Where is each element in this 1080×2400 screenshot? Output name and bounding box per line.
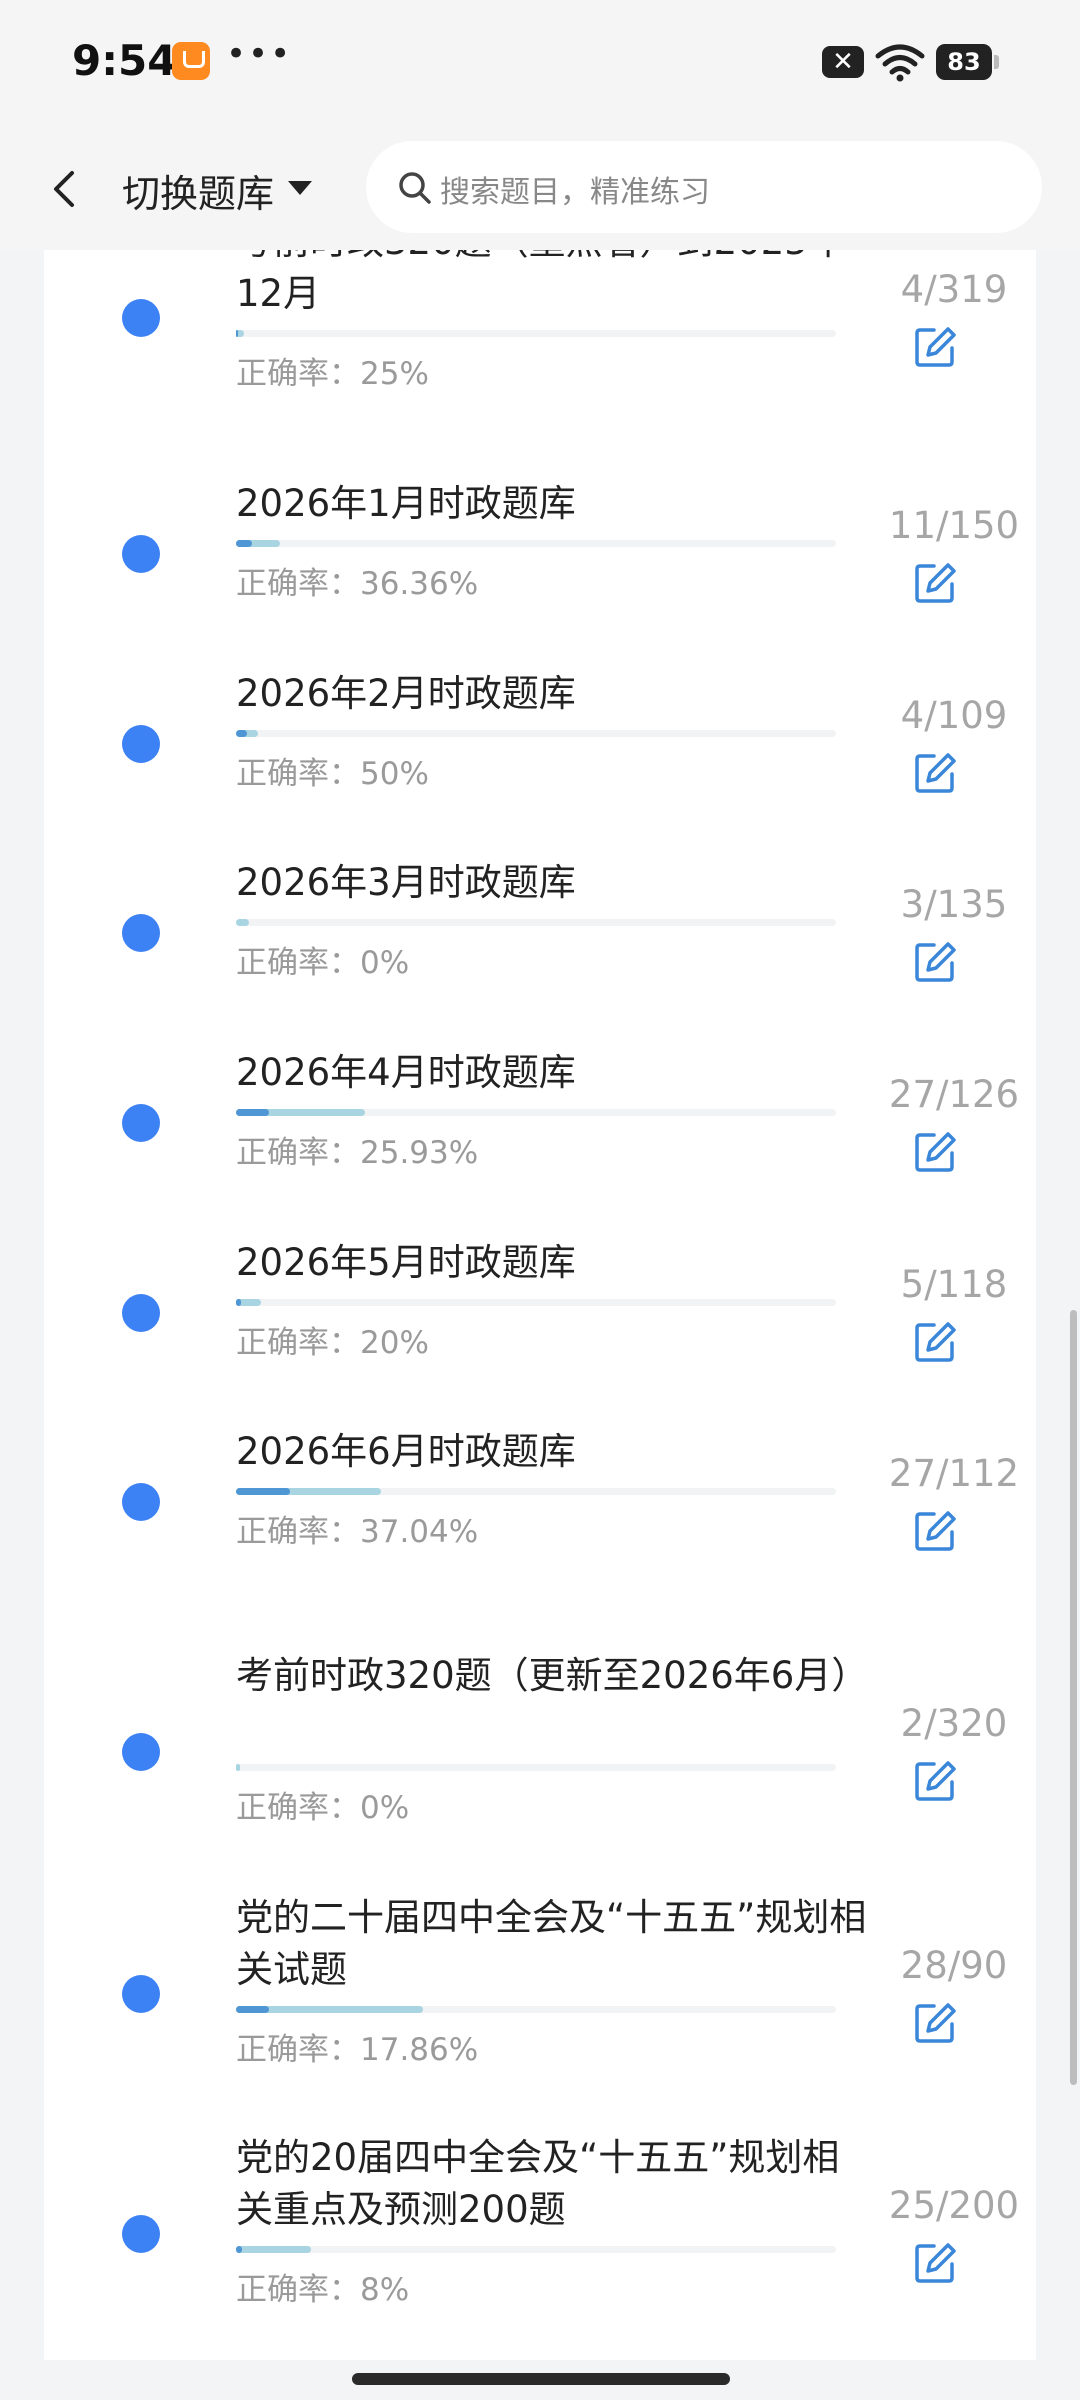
list-item[interactable]: 2026年2月时政题库正确率：50% 4/109 xyxy=(44,668,1036,840)
accuracy-text: 正确率：50% xyxy=(236,756,429,792)
progress-correct-fill xyxy=(236,1299,242,1306)
progress-bar xyxy=(236,1109,836,1116)
status-dot xyxy=(122,1733,160,1771)
accuracy-text: 正确率：25% xyxy=(236,356,429,392)
accuracy-text: 正确率：17.86% xyxy=(236,2032,479,2068)
edit-icon[interactable] xyxy=(912,1508,958,1554)
progress-count: 5/118 xyxy=(900,1263,1008,1306)
list-item[interactable]: 2026年3月时政题库正确率：0% 3/135 xyxy=(44,857,1036,1029)
list-item[interactable]: 2026年5月时政题库正确率：20% 5/118 xyxy=(44,1237,1036,1409)
status-bar: 9:54 ••• ✕ 83 xyxy=(0,0,1080,125)
list-item[interactable]: 考前时政320题（更新至2026年6月） 正确率：0% 2/320 xyxy=(44,1650,1036,1874)
accuracy-text: 正确率：8% xyxy=(236,2272,410,2308)
edit-icon[interactable] xyxy=(912,2240,958,2286)
status-dot xyxy=(122,535,160,573)
item-title: 2026年5月时政题库 xyxy=(236,1241,576,1284)
item-title: 2026年4月时政题库 xyxy=(236,1051,576,1094)
progress-bar xyxy=(236,1299,836,1306)
progress-count: 27/112 xyxy=(888,1452,1020,1495)
progress-correct-fill xyxy=(236,1488,290,1495)
accuracy-text: 正确率：25.93% xyxy=(236,1135,479,1171)
search-input[interactable]: 搜索题目，精准练习 xyxy=(366,141,1042,233)
progress-bar xyxy=(236,730,836,737)
progress-correct-fill xyxy=(236,730,247,737)
progress-done-fill xyxy=(236,1764,240,1771)
status-dot xyxy=(122,2215,160,2253)
progress-correct-fill xyxy=(236,1109,270,1116)
accuracy-text: 正确率：0% xyxy=(236,945,410,981)
caret-down-icon[interactable] xyxy=(288,181,312,195)
list-item[interactable]: 2026年6月时政题库正确率：37.04% 27/112 xyxy=(44,1426,1036,1598)
status-dot xyxy=(122,299,160,337)
edit-icon[interactable] xyxy=(912,750,958,796)
progress-bar xyxy=(236,540,836,547)
progress-bar xyxy=(236,2006,836,2013)
progress-bar xyxy=(236,1764,836,1771)
status-dot xyxy=(122,1975,160,2013)
progress-count: 11/150 xyxy=(888,504,1020,547)
item-title: 考前时政320题（重点看）到2025年12月 xyxy=(236,250,845,315)
progress-count: 4/319 xyxy=(900,268,1008,311)
edit-icon[interactable] xyxy=(912,560,958,606)
progress-bar xyxy=(236,2246,836,2253)
item-title: 2026年1月时政题库 xyxy=(236,482,576,525)
status-dot xyxy=(122,914,160,952)
question-bank-list: 考前时政320题（重点看）到2025年12月正确率：25% 4/319 2026年1… xyxy=(44,250,1036,2360)
top-bar: 切换题库 搜索题目，精准练习 xyxy=(0,125,1080,250)
accuracy-text: 正确率：36.36% xyxy=(236,566,479,602)
status-dot xyxy=(122,725,160,763)
accuracy-text: 正确率：20% xyxy=(236,1325,429,1361)
item-title: 党的20届四中全会及“十五五”规划相关重点及预测200题 xyxy=(236,2136,840,2231)
item-title: 2026年2月时政题库 xyxy=(236,672,576,715)
progress-bar xyxy=(236,330,836,337)
progress-count: 3/135 xyxy=(900,883,1008,926)
battery-icon: 83 xyxy=(936,44,999,80)
progress-count: 2/320 xyxy=(900,1702,1008,1745)
progress-correct-fill xyxy=(236,540,253,547)
progress-count: 4/109 xyxy=(900,694,1008,737)
search-placeholder: 搜索题目，精准练习 xyxy=(440,175,710,210)
list-item[interactable]: 2026年4月时政题库正确率：25.93% 27/126 xyxy=(44,1047,1036,1219)
progress-bar xyxy=(236,1488,836,1495)
accuracy-text: 正确率：0% xyxy=(236,1790,410,1826)
shopping-app-icon xyxy=(172,42,210,80)
item-title: 2026年3月时政题库 xyxy=(236,861,576,904)
list-item[interactable]: 考前时政320题（重点看）到2025年12月正确率：25% 4/319 xyxy=(44,250,1036,440)
scrollbar[interactable] xyxy=(1070,1310,1077,2085)
list-item[interactable]: 党的二十届四中全会及“十五五”规划相关试题正确率：17.86% 28/90 xyxy=(44,1892,1036,2116)
status-dot xyxy=(122,1104,160,1142)
status-dot xyxy=(122,1294,160,1332)
progress-correct-fill xyxy=(236,2246,242,2253)
progress-bar xyxy=(236,919,836,926)
progress-done-fill xyxy=(236,2246,311,2253)
list-item[interactable]: 党的20届四中全会及“十五五”规划相关重点及预测200题正确率：8% 25/200 xyxy=(44,2132,1036,2356)
edit-icon[interactable] xyxy=(912,324,958,370)
progress-count: 25/200 xyxy=(888,2184,1020,2227)
progress-correct-fill xyxy=(236,2006,270,2013)
home-indicator[interactable] xyxy=(352,2373,730,2385)
edit-icon[interactable] xyxy=(912,1758,958,1804)
edit-icon[interactable] xyxy=(912,939,958,985)
status-dot xyxy=(122,1483,160,1521)
progress-count: 28/90 xyxy=(900,1944,1008,1987)
back-arrow-icon[interactable] xyxy=(36,159,96,219)
item-title: 党的二十届四中全会及“十五五”规划相关试题 xyxy=(236,1896,867,1991)
item-title: 2026年6月时政题库 xyxy=(236,1430,576,1473)
search-icon xyxy=(399,172,431,204)
status-time: 9:54 xyxy=(72,36,177,85)
progress-correct-fill xyxy=(236,330,238,337)
switch-bank-button[interactable]: 切换题库 xyxy=(122,163,274,218)
edit-icon[interactable] xyxy=(912,1129,958,1175)
list-item[interactable]: 2026年1月时政题库正确率：36.36% 11/150 xyxy=(44,478,1036,650)
item-title: 考前时政320题（更新至2026年6月） xyxy=(236,1654,869,1697)
accuracy-text: 正确率：37.04% xyxy=(236,1514,479,1550)
progress-count: 27/126 xyxy=(888,1073,1020,1116)
progress-done-fill xyxy=(236,919,250,926)
edit-icon[interactable] xyxy=(912,2000,958,2046)
wifi-icon xyxy=(875,44,925,82)
more-dots-icon: ••• xyxy=(226,34,293,74)
edit-icon[interactable] xyxy=(912,1319,958,1365)
notification-x-icon: ✕ xyxy=(822,46,864,78)
